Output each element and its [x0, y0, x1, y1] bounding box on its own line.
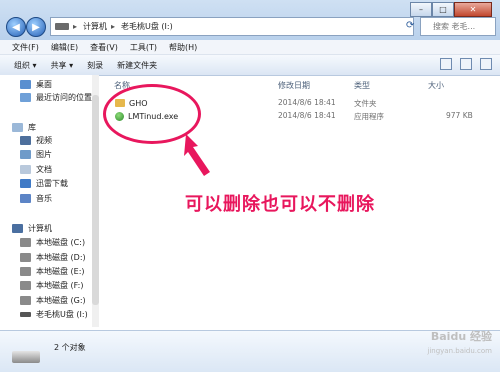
usb-drive-icon — [12, 351, 40, 363]
file-date: 2014/8/6 18:41 — [278, 111, 336, 120]
arrow-icon — [184, 134, 210, 176]
navigation-pane: 桌面 最近访问的位置 库 视频 图片 文档 迅雷下载 音乐 计算机 本地磁盘 (… — [0, 75, 99, 327]
file-type: 应用程序 — [354, 112, 384, 121]
disk-icon — [20, 253, 31, 262]
sidebar-item-thunder[interactable]: 迅雷下载 — [20, 178, 68, 189]
maximize-button[interactable]: □ — [432, 2, 454, 17]
computer-icon — [12, 224, 23, 233]
sidebar-item-disk-d[interactable]: 本地磁盘 (D:) — [20, 252, 86, 263]
disk-icon — [20, 281, 31, 290]
organize-button[interactable]: 组织 ▾ — [14, 60, 37, 71]
sidebar-item-usb-drive[interactable]: 老毛桃U盘 (I:) — [20, 309, 88, 320]
help-icon[interactable] — [480, 58, 492, 70]
disk-icon — [20, 267, 31, 276]
sidebar-scroll-thumb[interactable] — [92, 95, 99, 305]
watermark-url: jingyan.baidu.com — [427, 347, 492, 355]
command-bar: 组织 ▾ 共享 ▾ 刻录 新建文件夹 — [0, 55, 500, 76]
forward-button[interactable]: ▶ — [26, 17, 46, 37]
disk-icon — [20, 238, 31, 247]
column-date[interactable]: 修改日期 — [278, 80, 310, 91]
menu-bar: 文件(F) 编辑(E) 查看(V) 工具(T) 帮助(H) — [0, 40, 500, 55]
status-bar: 2 个对象 — [0, 330, 500, 372]
document-icon — [20, 165, 31, 174]
usb-drive-icon — [20, 312, 31, 317]
menu-file[interactable]: 文件(F) — [12, 42, 39, 53]
sidebar-item-music[interactable]: 音乐 — [20, 193, 52, 204]
desktop-icon — [20, 80, 31, 89]
address-bar[interactable]: ▸ 计算机 ▸ 老毛桃U盘 (I:) — [50, 17, 414, 36]
share-button[interactable]: 共享 ▾ — [51, 60, 74, 71]
sidebar-item-disk-e[interactable]: 本地磁盘 (E:) — [20, 266, 85, 277]
sidebar-item-libraries[interactable]: 库 — [12, 122, 36, 133]
music-icon — [20, 194, 31, 203]
watermark-brand: Baidu 经验 — [430, 330, 492, 343]
column-type[interactable]: 类型 — [354, 80, 370, 91]
sidebar-item-disk-f[interactable]: 本地磁盘 (F:) — [20, 280, 83, 291]
file-date: 2014/8/6 18:41 — [278, 98, 336, 107]
sidebar-item-desktop[interactable]: 桌面 — [20, 79, 52, 90]
sidebar-item-disk-c[interactable]: 本地磁盘 (C:) — [20, 237, 85, 248]
sidebar-item-disk-g[interactable]: 本地磁盘 (G:) — [20, 295, 86, 306]
picture-icon — [20, 150, 31, 159]
back-button[interactable]: ◀ — [6, 17, 26, 37]
burn-button[interactable]: 刻录 — [87, 60, 103, 71]
library-icon — [12, 123, 23, 132]
preview-pane-icon[interactable] — [460, 58, 472, 70]
menu-tools[interactable]: 工具(T) — [130, 42, 157, 53]
title-bar: – □ ✕ ◀ ▶ ▸ 计算机 ▸ 老毛桃U盘 (I:) ⟳ 搜索 老毛... — [0, 0, 500, 40]
explorer-window: – □ ✕ ◀ ▶ ▸ 计算机 ▸ 老毛桃U盘 (I:) ⟳ 搜索 老毛... … — [0, 0, 500, 372]
window-controls: – □ ✕ — [410, 2, 492, 17]
sidebar-item-documents[interactable]: 文档 — [20, 164, 52, 175]
disk-icon — [20, 296, 31, 305]
thunder-icon — [20, 179, 31, 188]
sidebar-item-recent[interactable]: 最近访问的位置 — [20, 92, 92, 103]
new-folder-button[interactable]: 新建文件夹 — [117, 60, 157, 71]
sidebar-item-pictures[interactable]: 图片 — [20, 149, 52, 160]
object-count: 2 个对象 — [54, 343, 86, 352]
sidebar-item-computer[interactable]: 计算机 — [12, 223, 52, 234]
video-icon — [20, 136, 31, 145]
close-button[interactable]: ✕ — [454, 2, 492, 17]
search-placeholder: 搜索 老毛... — [433, 22, 476, 31]
address-segment-computer[interactable]: 计算机 — [83, 21, 107, 32]
search-input[interactable]: 搜索 老毛... — [420, 17, 496, 36]
file-type: 文件夹 — [354, 99, 377, 108]
drive-icon — [55, 23, 69, 30]
menu-view[interactable]: 查看(V) — [90, 42, 118, 53]
address-segment-usb[interactable]: 老毛桃U盘 (I:) — [121, 21, 173, 32]
refresh-icon[interactable]: ⟳ — [406, 20, 414, 31]
file-size: 977 KB — [446, 111, 473, 120]
column-size[interactable]: 大小 — [428, 80, 444, 91]
menu-edit[interactable]: 编辑(E) — [51, 42, 78, 53]
view-options-icon[interactable] — [440, 58, 452, 70]
sidebar-item-video[interactable]: 视频 — [20, 135, 52, 146]
recent-icon — [20, 93, 31, 102]
menu-help[interactable]: 帮助(H) — [169, 42, 197, 53]
annotation-text: 可以删除也可以不删除 — [185, 194, 375, 215]
minimize-button[interactable]: – — [410, 2, 432, 17]
